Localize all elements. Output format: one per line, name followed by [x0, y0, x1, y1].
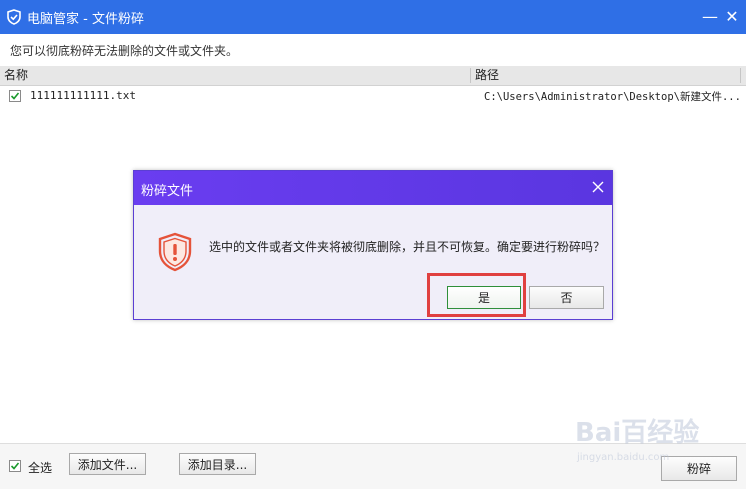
column-header-path[interactable]: 路径	[475, 66, 499, 85]
shield-warning-icon	[158, 232, 192, 272]
column-header-name[interactable]: 名称	[4, 66, 28, 85]
minimize-button[interactable]: —	[700, 6, 720, 26]
dialog-titlebar: 粉碎文件	[134, 171, 612, 205]
window-titlebar: 电脑管家 - 文件粉碎 — ✕	[0, 0, 746, 34]
file-table-header: 名称 路径	[0, 66, 746, 86]
close-icon: ✕	[725, 6, 739, 26]
close-icon[interactable]	[590, 179, 606, 195]
select-all-label[interactable]: 全选	[28, 459, 52, 476]
watermark-text: Bai百经验	[575, 418, 700, 448]
file-name: 111111111111.txt	[30, 89, 136, 102]
shred-confirm-dialog: 粉碎文件 选中的文件或者文件夹将被彻底删除，并且不可恢复。确定要进行粉碎吗？ 是…	[133, 170, 613, 320]
baidu-watermark: Bai百经验 jingyan.baidu.com	[565, 412, 725, 472]
column-divider[interactable]	[740, 68, 741, 83]
column-divider[interactable]	[470, 68, 471, 83]
file-path: C:\Users\Administrator\Desktop\新建文件...	[484, 91, 741, 103]
no-button[interactable]: 否	[529, 286, 604, 309]
add-directory-button[interactable]: 添加目录...	[179, 453, 256, 475]
add-file-button[interactable]: 添加文件...	[69, 453, 146, 475]
select-all-checkbox[interactable]	[9, 460, 21, 472]
row-checkbox[interactable]	[9, 90, 21, 102]
check-icon	[10, 92, 20, 100]
dialog-title: 粉碎文件	[141, 184, 194, 199]
highlight-annotation	[427, 273, 526, 317]
check-icon	[10, 462, 20, 470]
description-text: 您可以彻底粉碎无法删除的文件或文件夹。	[10, 44, 239, 58]
minimize-icon: —	[702, 6, 718, 26]
table-row[interactable]: 111111111111.txt C:\Users\Administrator\…	[0, 86, 746, 105]
dialog-message: 选中的文件或者文件夹将被彻底删除，并且不可恢复。确定要进行粉碎吗？	[209, 240, 606, 254]
window-close-button[interactable]: ✕	[722, 6, 742, 26]
watermark-sub: jingyan.baidu.com	[577, 452, 670, 463]
pc-manager-logo-icon	[7, 9, 21, 25]
window-title: 电脑管家 - 文件粉碎	[27, 11, 144, 27]
